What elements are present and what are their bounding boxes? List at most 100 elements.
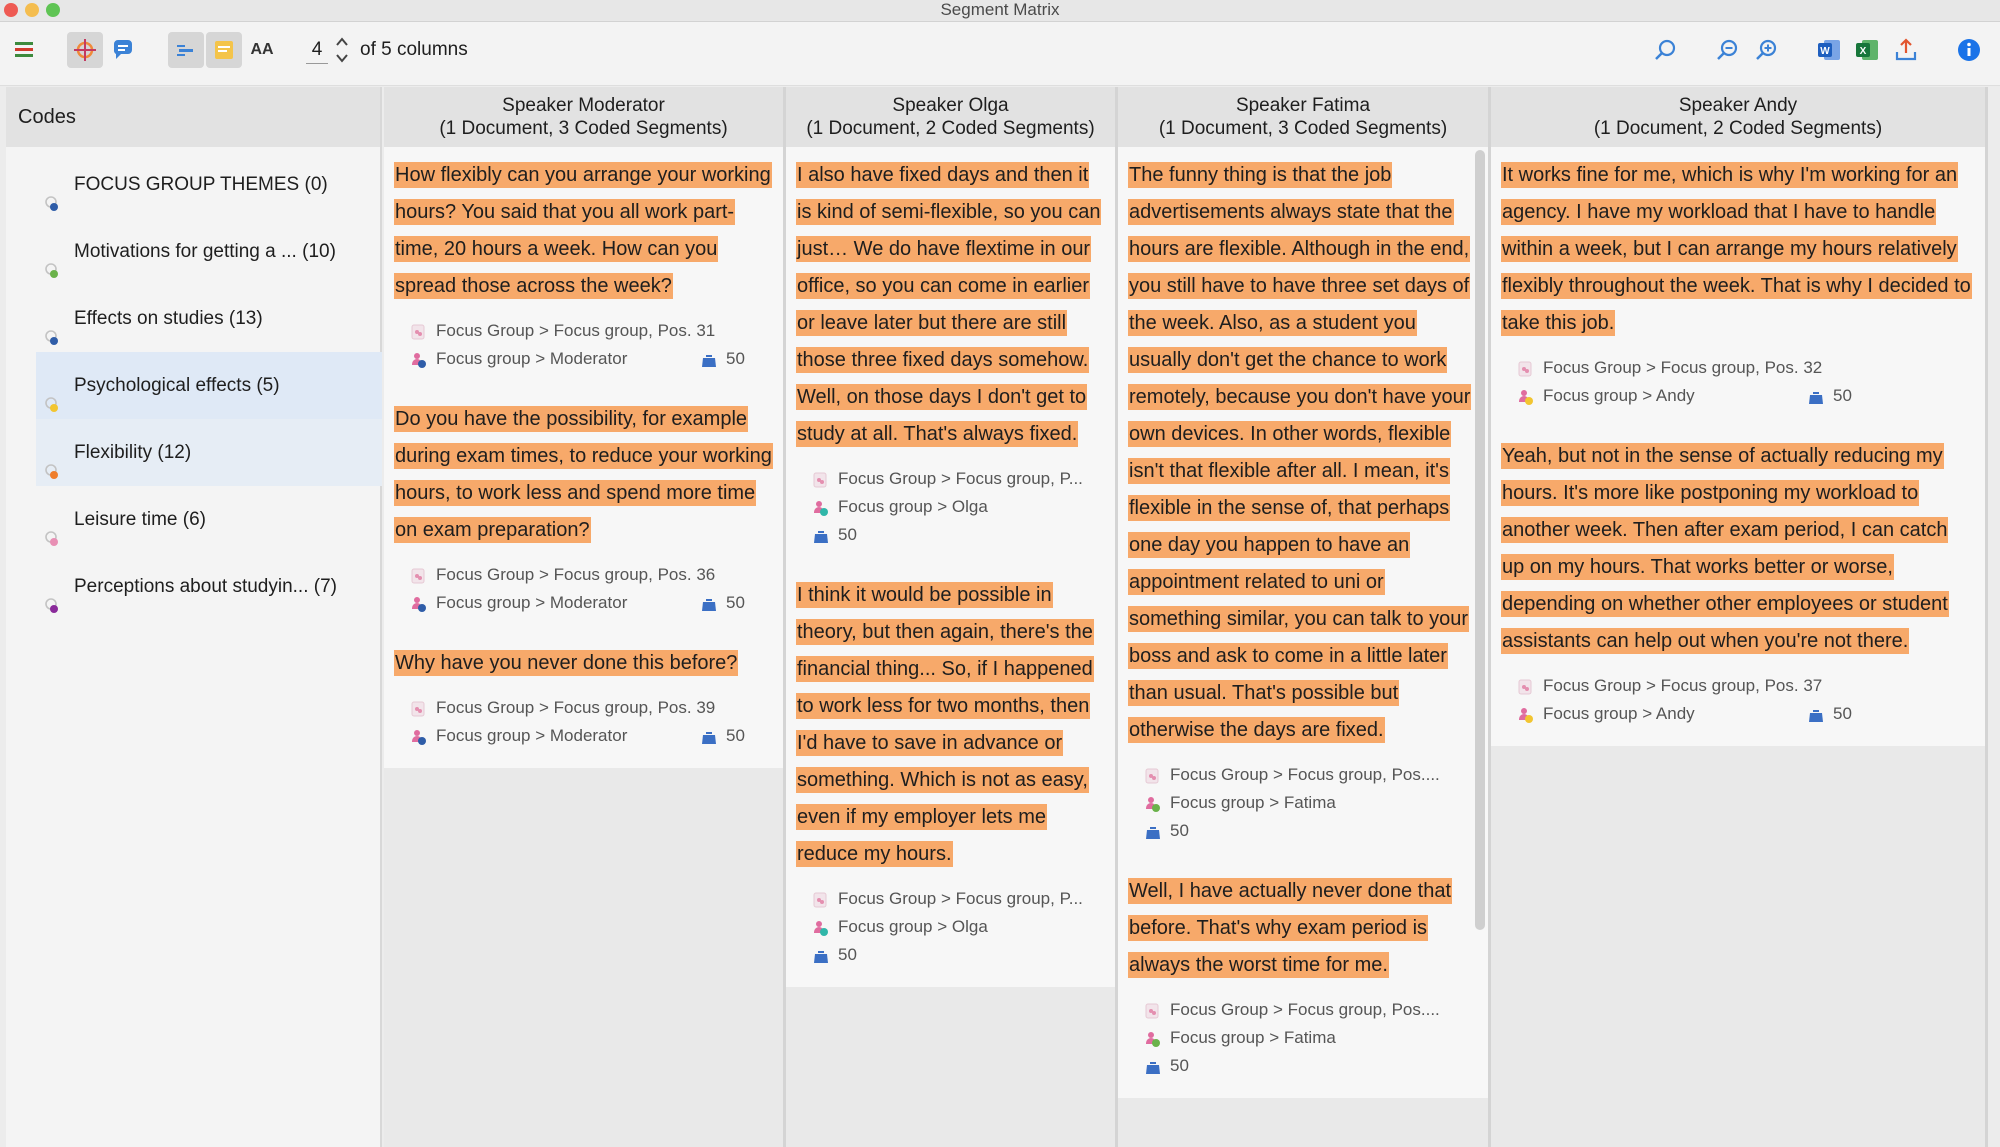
coded-segment[interactable]: It works fine for me, which is why I'm w…	[1501, 147, 1975, 428]
coded-segment[interactable]: How flexibly can you arrange your workin…	[394, 147, 773, 391]
code-label: Effects on studies (13)	[74, 308, 263, 329]
weight-icon	[1146, 827, 1160, 839]
speaker-icon	[814, 921, 828, 936]
search-icon[interactable]	[1648, 32, 1684, 68]
code-item[interactable]: Psychological effects (5)	[36, 352, 382, 419]
segment-text: Yeah, but not in the sense of actually r…	[1501, 443, 1949, 654]
document-reference[interactable]: Focus Group > Focus group, Pos. 31	[410, 317, 773, 345]
toolbar: AA 4 of 5 columns W X	[0, 22, 2000, 86]
column-header[interactable]: Speaker Olga (1 Document, 2 Coded Segment…	[786, 87, 1115, 147]
document-reference[interactable]: Focus Group > Focus group, Pos. 37	[1517, 672, 1975, 700]
speaker-icon	[412, 353, 426, 368]
export-icon[interactable]	[1888, 32, 1924, 68]
segment-metadata: Focus Group > Focus group, Pos. 31 Focus …	[394, 305, 773, 391]
coded-segment[interactable]: Well, I have actually never done that be…	[1128, 863, 1478, 1098]
column-header[interactable]: Speaker Fatima (1 Document, 3 Coded Segme…	[1118, 87, 1488, 147]
coded-segment[interactable]: Yeah, but not in the sense of actually r…	[1501, 428, 1975, 746]
document-icon	[1145, 1003, 1159, 1019]
column-header[interactable]: Speaker Andy (1 Document, 2 Coded Segment…	[1491, 87, 1985, 147]
weight-badge: 50	[700, 722, 745, 750]
memo-bubble-icon[interactable]	[105, 32, 141, 68]
speaker-name: Speaker Andy	[1678, 95, 1798, 116]
speaker-reference[interactable]: Focus group > Moderator 50	[410, 589, 773, 617]
weight-badge: 50	[812, 941, 1105, 969]
speaker-reference[interactable]: Focus group > Fatima	[1144, 789, 1478, 817]
code-label: Motivations for getting a ... (10)	[74, 241, 336, 262]
document-reference[interactable]: Focus Group > Focus group, Pos. 36	[410, 561, 773, 589]
code-item[interactable]: Motivations for getting a ... (10)	[36, 218, 382, 285]
highlight-text-icon[interactable]	[206, 32, 242, 68]
speaker-reference[interactable]: Focus group > Fatima	[1144, 1024, 1478, 1052]
weight-badge: 50	[1807, 700, 1852, 728]
speaker-reference[interactable]: Focus group > Andy 50	[1517, 700, 1975, 728]
document-reference[interactable]: Focus Group > Focus group, P...	[812, 465, 1105, 493]
zoom-in-icon[interactable]	[1749, 32, 1785, 68]
column-count-stepper[interactable]	[334, 34, 350, 66]
segment-list: The funny thing is that the job advertis…	[1118, 147, 1488, 1098]
speaker-name: Speaker Olga	[892, 95, 1009, 116]
weight-icon	[814, 951, 828, 963]
weight-badge: 50	[1807, 382, 1852, 410]
segment-metadata: Focus Group > Focus group, Pos.... Focus …	[1128, 749, 1478, 863]
export-excel-icon[interactable]: X	[1849, 32, 1885, 68]
weight-icon	[702, 732, 716, 744]
text-size-button[interactable]: AA	[244, 32, 280, 68]
weight-badge: 50	[700, 345, 745, 373]
coded-segment[interactable]: Do you have the possibility, for example…	[394, 391, 773, 635]
document-reference[interactable]: Focus Group > Focus group, Pos....	[1144, 761, 1478, 789]
speaker-reference[interactable]: Focus group > Olga	[812, 493, 1105, 521]
document-reference[interactable]: Focus Group > Focus group, P...	[812, 885, 1105, 913]
segment-metadata: Focus Group > Focus group, Pos. 37 Focus …	[1501, 660, 1975, 746]
speaker-column: Speaker Fatima (1 Document, 3 Coded Segme…	[1118, 87, 1491, 1147]
column-header[interactable]: Speaker Moderator (1 Document, 3 Coded Se…	[384, 87, 783, 147]
weight-icon	[702, 355, 716, 367]
show-source-icon[interactable]	[168, 32, 204, 68]
coded-segment[interactable]: The funny thing is that the job advertis…	[1128, 147, 1478, 863]
speaker-reference[interactable]: Focus group > Moderator 50	[410, 722, 773, 750]
segment-text: Well, I have actually never done that be…	[1128, 878, 1453, 978]
segment-text: Why have you never done this before?	[394, 650, 739, 676]
code-icon	[42, 577, 62, 613]
document-reference[interactable]: Focus Group > Focus group, Pos....	[1144, 996, 1478, 1024]
zoom-out-icon[interactable]	[1710, 32, 1746, 68]
speaker-reference[interactable]: Focus group > Andy 50	[1517, 382, 1975, 410]
document-reference[interactable]: Focus Group > Focus group, Pos. 39	[410, 694, 773, 722]
code-item[interactable]: Flexibility (12)	[36, 419, 382, 486]
coded-segment[interactable]: Why have you never done this before? Focu…	[394, 635, 773, 768]
speaker-column: Speaker Moderator (1 Document, 3 Coded Se…	[384, 87, 786, 1147]
coded-segment[interactable]: I also have fixed days and then it is ki…	[796, 147, 1105, 567]
speaker-icon	[1519, 708, 1533, 723]
code-item[interactable]: FOCUS GROUP THEMES (0)	[36, 151, 382, 218]
weight-badge: 50	[700, 589, 745, 617]
document-reference[interactable]: Focus Group > Focus group, Pos. 32	[1517, 354, 1975, 382]
column-scrollbar[interactable]	[1475, 150, 1485, 930]
speaker-icon	[412, 597, 426, 612]
code-item[interactable]: Leisure time (6)	[36, 486, 382, 553]
code-icon	[42, 242, 62, 278]
speaker-icon	[1146, 797, 1160, 812]
column-count-input[interactable]: 4	[306, 36, 328, 64]
code-item[interactable]: Effects on studies (13)	[36, 285, 382, 352]
export-word-icon[interactable]: W	[1811, 32, 1847, 68]
activate-codes-icon[interactable]	[67, 32, 103, 68]
document-icon	[411, 568, 425, 584]
speaker-reference[interactable]: Focus group > Olga	[812, 913, 1105, 941]
segment-text: How flexibly can you arrange your workin…	[394, 162, 772, 299]
segment-summary: (1 Document, 2 Coded Segments)	[806, 118, 1095, 139]
weight-icon	[1809, 710, 1823, 722]
code-item[interactable]: Perceptions about studyin... (7)	[36, 553, 382, 620]
segment-summary: (1 Document, 2 Coded Segments)	[1593, 118, 1883, 139]
weight-icon	[1809, 392, 1823, 404]
codes-header: Codes	[6, 87, 380, 147]
weight-icon	[814, 531, 828, 543]
list-view-icon[interactable]	[6, 32, 42, 68]
code-icon	[42, 376, 62, 412]
code-label: Leisure time (6)	[74, 509, 206, 530]
info-icon[interactable]	[1951, 32, 1987, 68]
segment-summary: (1 Document, 3 Coded Segments)	[439, 118, 728, 139]
document-icon	[1145, 768, 1159, 784]
speaker-column: Speaker Olga (1 Document, 2 Coded Segment…	[786, 87, 1118, 1147]
segment-summary: (1 Document, 3 Coded Segments)	[1158, 118, 1448, 139]
speaker-reference[interactable]: Focus group > Moderator 50	[410, 345, 773, 373]
coded-segment[interactable]: I think it would be possible in theory, …	[796, 567, 1105, 987]
